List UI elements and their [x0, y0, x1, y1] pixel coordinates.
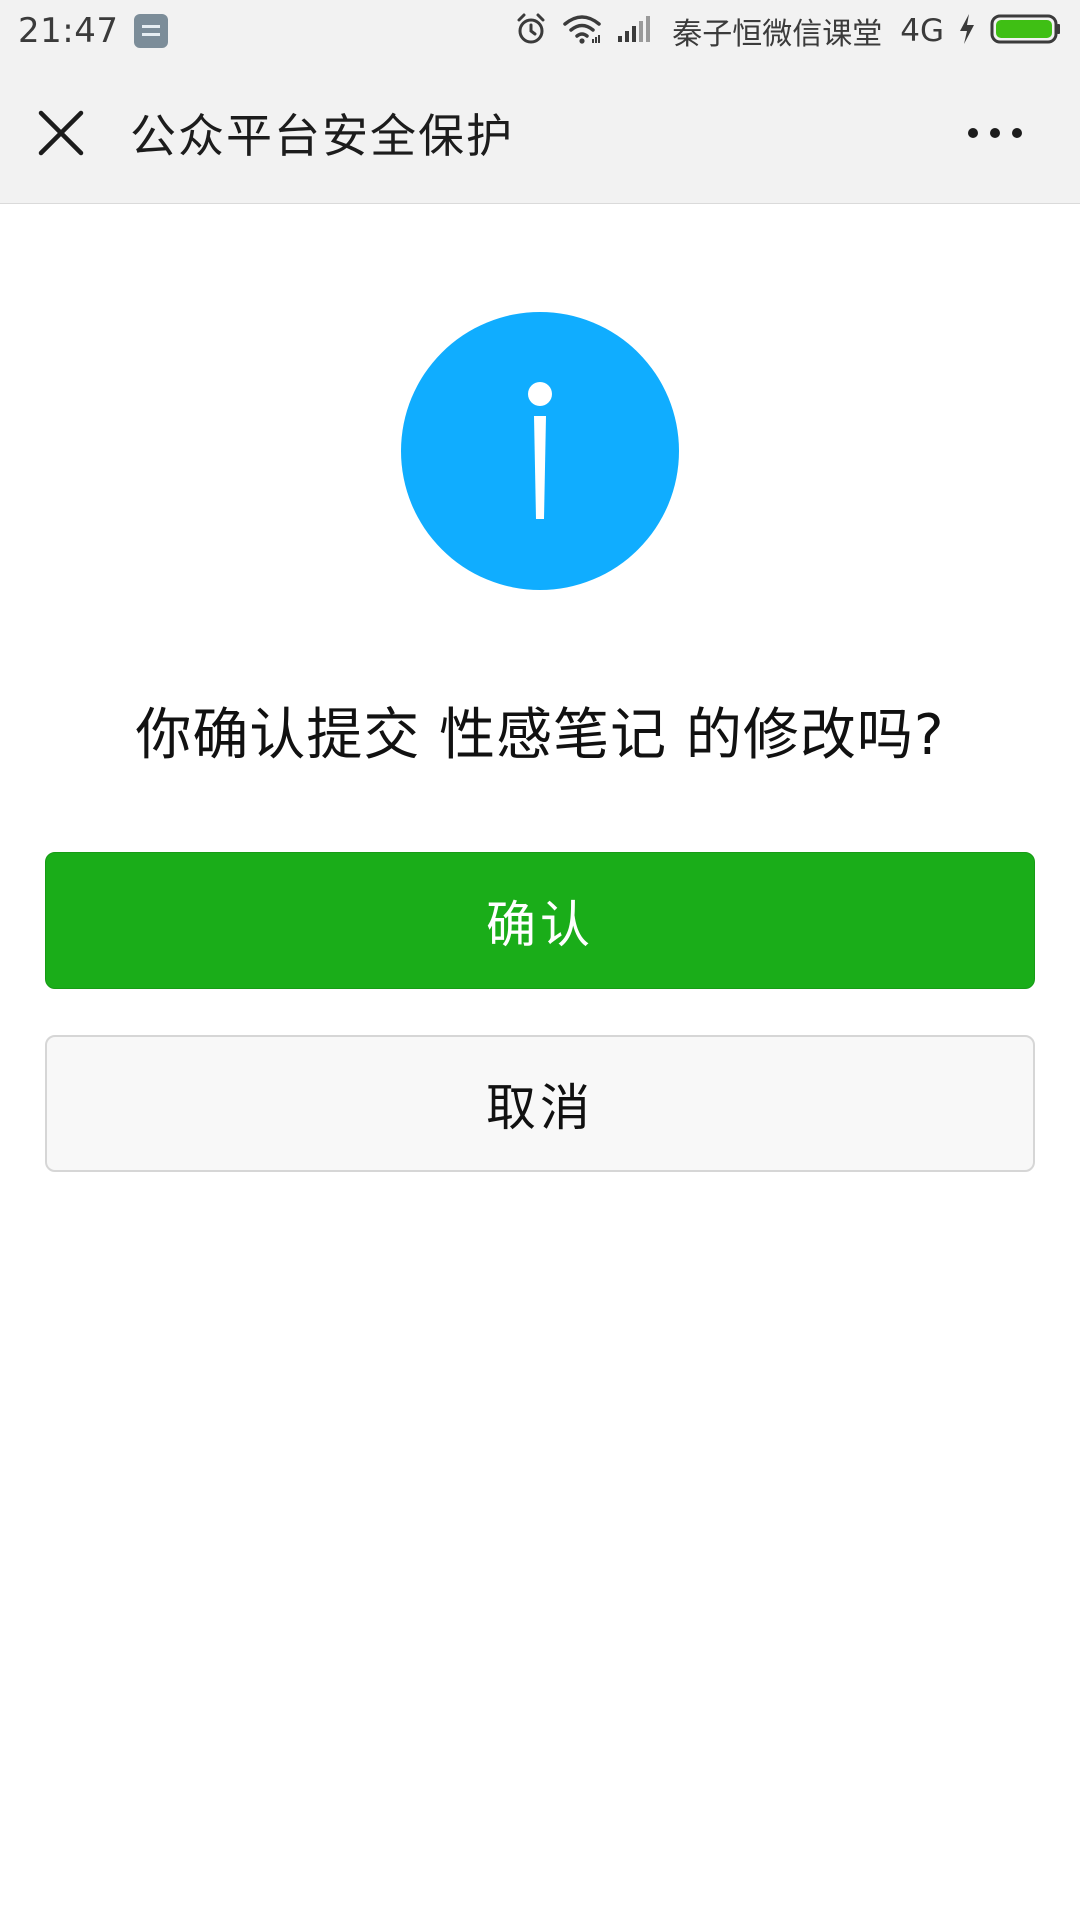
battery-icon [990, 13, 1062, 49]
more-icon [968, 127, 1022, 138]
wifi-icon [562, 13, 602, 49]
network-type: 4G [900, 13, 944, 49]
confirm-button-label: 确认 [486, 895, 594, 954]
signal-icon [616, 14, 654, 48]
charging-icon [958, 13, 976, 49]
notification-icon [134, 14, 169, 48]
page-title: 公众平台安全保护 [130, 108, 514, 163]
status-time: 21:47 [18, 11, 119, 51]
close-button[interactable] [32, 104, 90, 162]
alarm-icon [514, 12, 548, 50]
carrier-name: 秦子恒微信课堂 [672, 17, 883, 52]
more-button[interactable] [960, 113, 1030, 153]
header: 公众平台安全保护 [0, 62, 1080, 204]
confirm-message: 你确认提交 性感笔记 的修改吗? [135, 703, 945, 768]
close-icon [38, 110, 84, 155]
cancel-button[interactable]: 取消 [45, 1035, 1035, 1172]
status-bar: 21:47 秦子恒微信课堂 4G [0, 0, 1080, 62]
confirm-button[interactable]: 确认 [45, 852, 1035, 989]
info-icon [401, 312, 679, 590]
cancel-button-label: 取消 [486, 1078, 594, 1137]
status-indicators: 秦子恒微信课堂 4G [514, 9, 1062, 53]
